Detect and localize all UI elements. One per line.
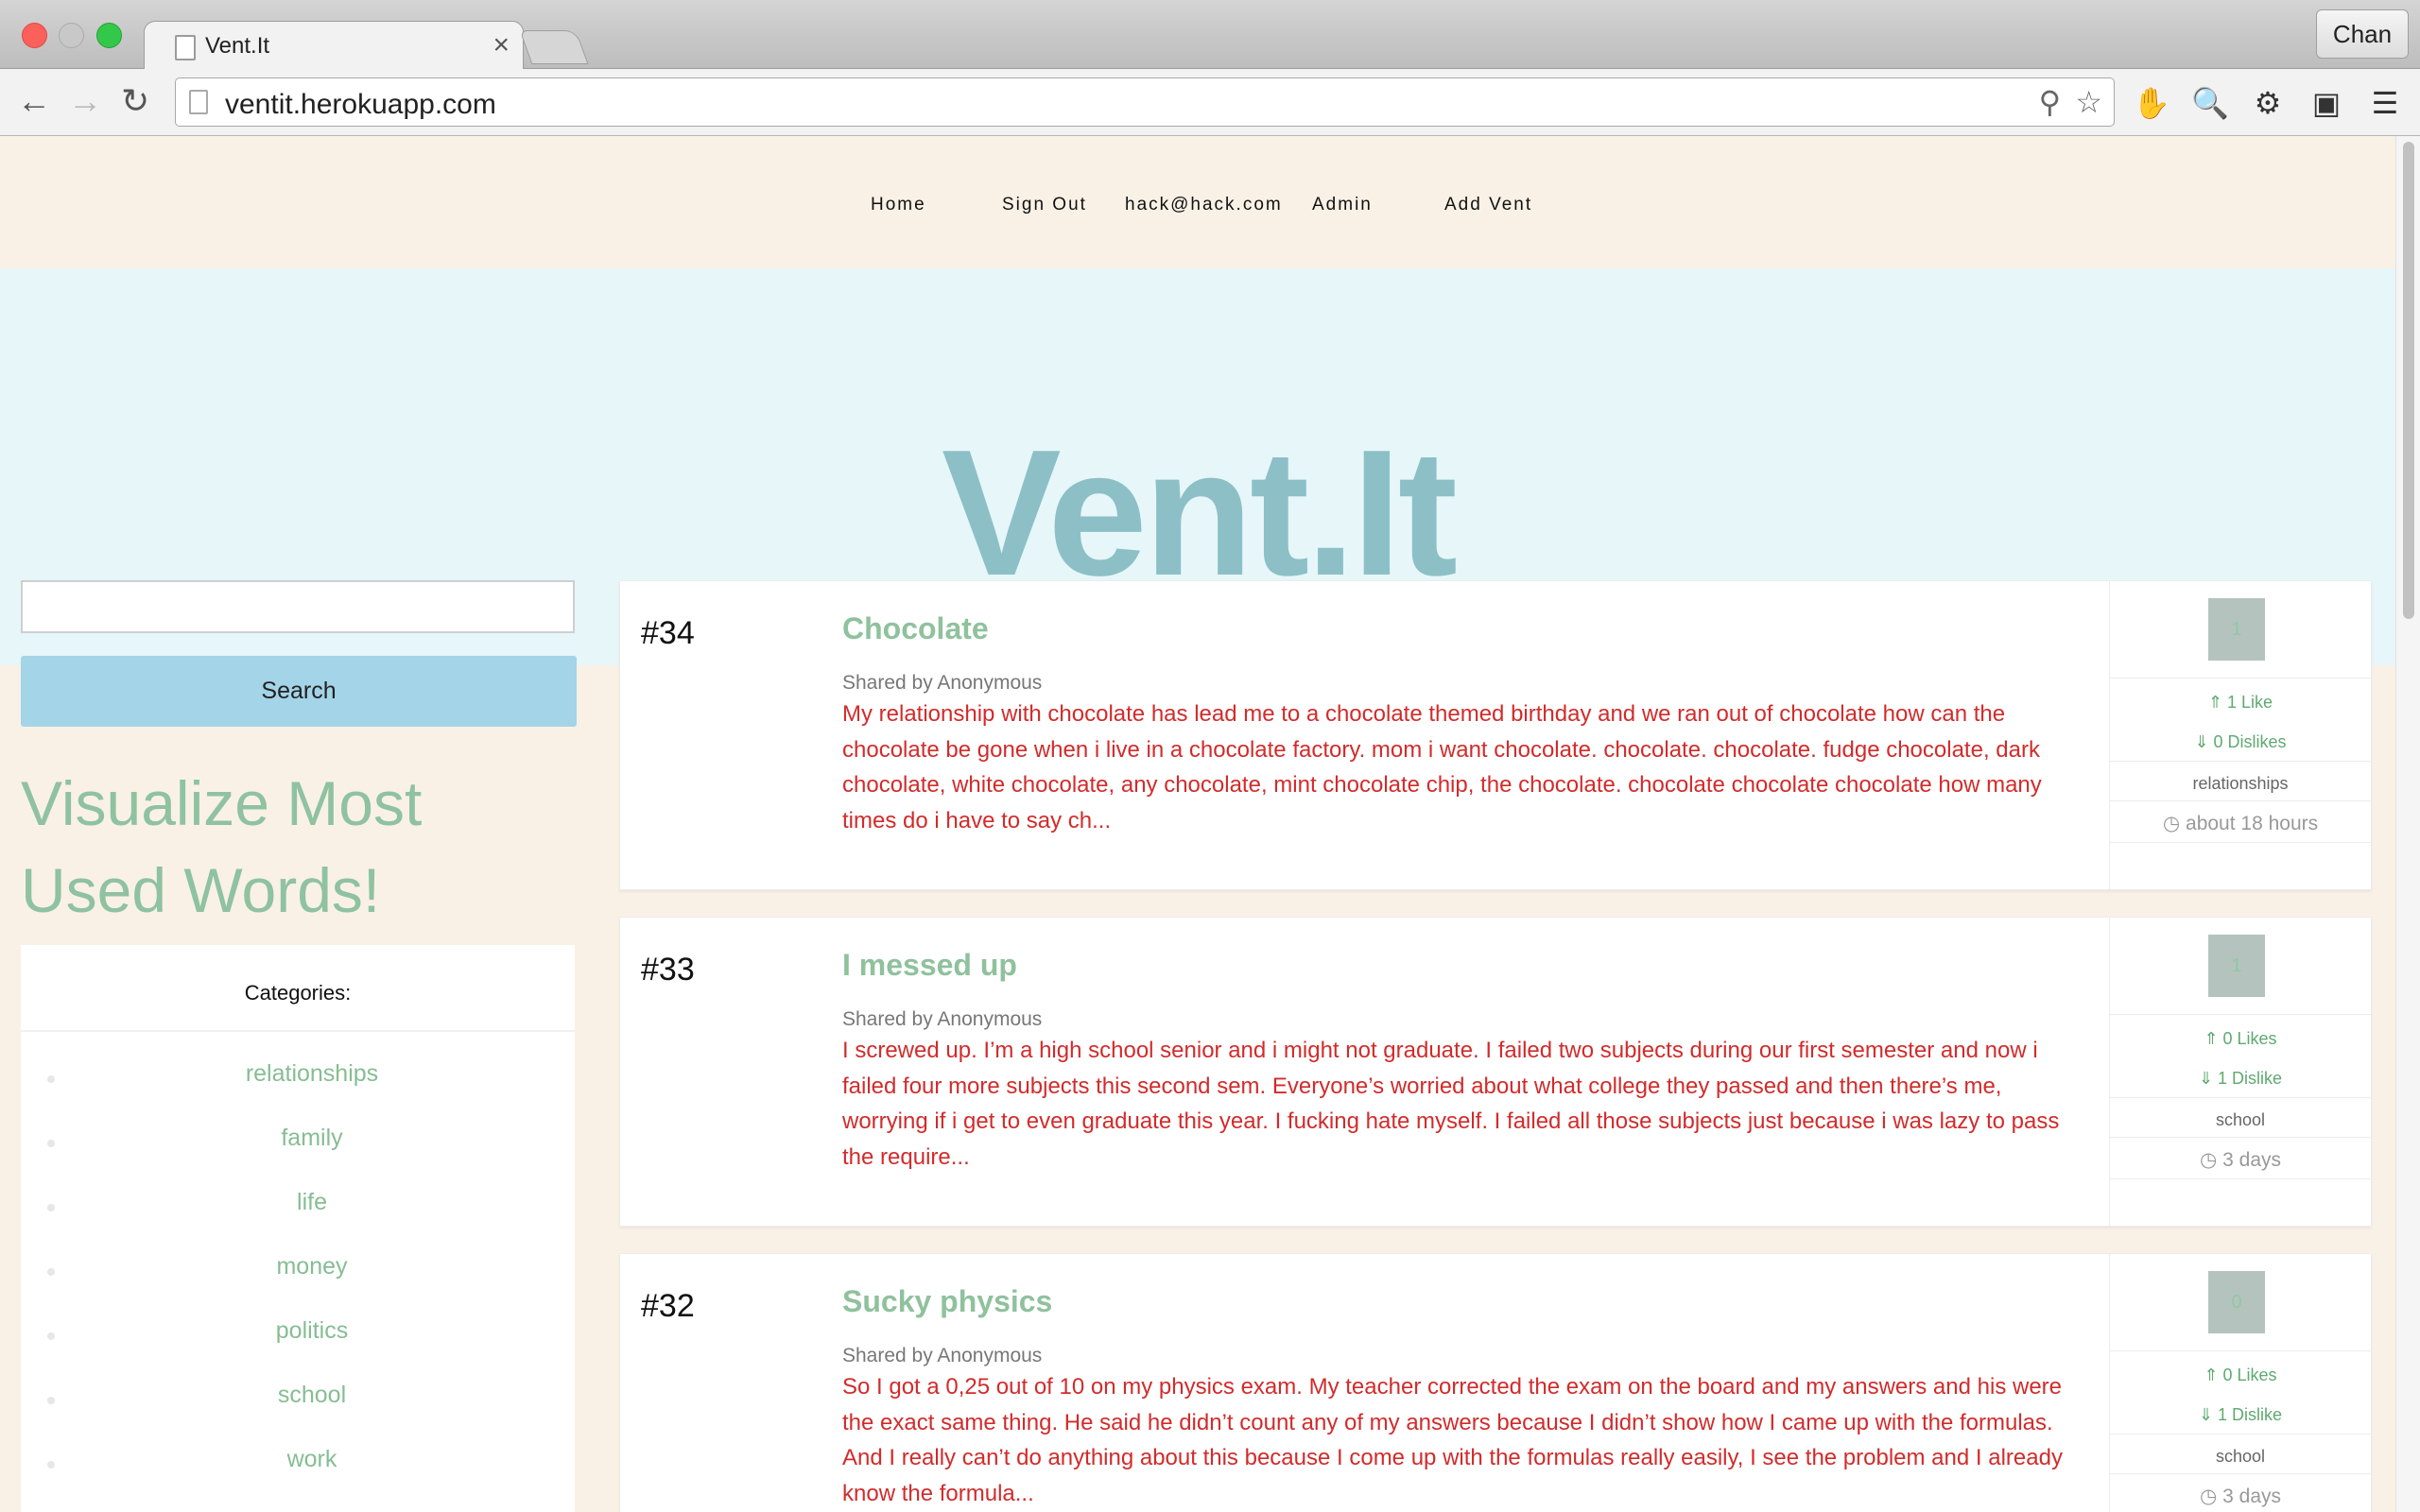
address-bar[interactable]: ventit.herokuapp.com ⚲ ☆: [175, 77, 2115, 127]
nav-email-link[interactable]: hack@hack.com: [1125, 195, 1283, 215]
category-item[interactable]: work: [21, 1446, 575, 1484]
nav-admin-link[interactable]: Admin: [1312, 195, 1373, 215]
visualize-words-link[interactable]: Visualize Most Used Words!: [21, 760, 550, 934]
vent-author: Shared by Anonymous: [842, 1008, 1043, 1030]
vent-card: #33 I messed up Shared by Anonymous I sc…: [619, 917, 2372, 1227]
tab-title: Vent.It: [205, 33, 270, 59]
browser-toolbar: ← → ↻ ventit.herokuapp.com ⚲ ☆ ✋ 🔍 ⚙ ▣ ☰: [0, 69, 2420, 136]
vent-title-link[interactable]: I messed up: [842, 948, 1017, 983]
reload-icon[interactable]: ↻: [121, 82, 149, 120]
browser-menu-icon[interactable]: ☰: [2367, 85, 2403, 121]
like-button[interactable]: ⇑ 0 Likes: [2110, 1029, 2371, 1049]
vent-category-tag[interactable]: relationships: [2110, 774, 2371, 794]
browser-titlebar: Vent.It × Chan: [0, 0, 2420, 69]
vent-body: My relationship with chocolate has lead …: [842, 701, 2042, 833]
browser-tab[interactable]: Vent.It ×: [144, 21, 524, 69]
vote-score-box: 0: [2208, 1271, 2265, 1333]
search-button[interactable]: Search: [21, 656, 577, 727]
search-input[interactable]: [21, 580, 575, 633]
divider: [2110, 800, 2371, 801]
vent-number: #33: [641, 952, 695, 988]
categories-panel: Categories: relationships family life mo…: [21, 945, 575, 1512]
vent-timestamp: ◷ about 18 hours: [2162, 813, 2319, 834]
divider: [2110, 1014, 2371, 1015]
close-window-button[interactable]: [22, 23, 47, 48]
page-file-icon: [175, 35, 196, 60]
divider: [2110, 1097, 2371, 1098]
new-tab-button[interactable]: [519, 30, 589, 64]
nav-home-link[interactable]: Home: [871, 195, 926, 215]
like-button[interactable]: ⇑ 0 Likes: [2110, 1366, 2371, 1385]
nav-add-vent-link[interactable]: Add Vent: [1444, 195, 1532, 215]
vent-number: #32: [641, 1288, 695, 1324]
vent-title-link[interactable]: Chocolate: [842, 611, 989, 646]
divider: [21, 1030, 575, 1032]
category-item[interactable]: politics: [21, 1317, 575, 1355]
vent-meta: 0 ⇑ 0 Likes ⇓ 1 Dislike school ◷ 3 days: [2109, 1254, 2371, 1512]
magnifier-extension-icon[interactable]: 🔍: [2191, 85, 2229, 121]
bookmark-star-icon[interactable]: ☆: [2075, 84, 2102, 120]
forward-arrow-icon[interactable]: →: [68, 82, 102, 120]
divider: [2110, 1137, 2371, 1138]
divider: [2110, 842, 2371, 843]
vent-timestamp: ◷ 3 days: [2199, 1486, 2282, 1507]
scrollbar-thumb[interactable]: [2403, 142, 2414, 619]
vent-title-link[interactable]: Sucky physics: [842, 1284, 1052, 1319]
divider: [2110, 678, 2371, 679]
category-link[interactable]: work: [21, 1446, 603, 1473]
dislike-button[interactable]: ⇓ 0 Dislikes: [2110, 732, 2371, 752]
category-item[interactable]: school: [21, 1382, 575, 1419]
nav-sign-out-link[interactable]: Sign Out: [1002, 195, 1087, 215]
vent-card: #34 Chocolate Shared by Anonymous My rel…: [619, 580, 2372, 890]
url-text[interactable]: ventit.herokuapp.com: [225, 89, 496, 121]
category-link[interactable]: life: [21, 1189, 603, 1216]
vent-card: #32 Sucky physics Shared by Anonymous So…: [619, 1253, 2372, 1512]
page-scrollbar[interactable]: [2395, 136, 2420, 1512]
divider: [2110, 761, 2371, 762]
vent-meta: 1 ⇑ 1 Like ⇓ 0 Dislikes relationships ◷ …: [2109, 581, 2371, 889]
category-item[interactable]: money: [21, 1253, 575, 1291]
category-link[interactable]: relationships: [21, 1060, 603, 1088]
vent-category-tag[interactable]: school: [2110, 1110, 2371, 1130]
category-link[interactable]: family: [21, 1125, 603, 1152]
category-link[interactable]: politics: [21, 1317, 603, 1345]
dislike-button[interactable]: ⇓ 1 Dislike: [2110, 1405, 2371, 1425]
vent-author: Shared by Anonymous: [842, 672, 1043, 694]
divider: [2110, 1473, 2371, 1474]
categories-heading: Categories:: [244, 981, 352, 1005]
vote-score-box: 1: [2208, 598, 2265, 661]
vent-category-tag[interactable]: school: [2110, 1447, 2371, 1467]
zoom-icon[interactable]: ⚲: [2039, 84, 2061, 120]
adblock-icon[interactable]: ✋: [2133, 85, 2170, 121]
category-item[interactable]: family: [21, 1125, 575, 1162]
site-nav: Home Sign Out hack@hack.com Admin Add Ve…: [0, 136, 2395, 268]
back-arrow-icon[interactable]: ←: [17, 82, 51, 120]
vent-meta: 1 ⇑ 0 Likes ⇓ 1 Dislike school ◷ 3 days: [2109, 918, 2371, 1226]
category-item[interactable]: life: [21, 1189, 575, 1227]
category-item[interactable]: relationships: [21, 1060, 575, 1098]
gear-icon[interactable]: ⚙: [2250, 85, 2286, 121]
page-icon: [189, 90, 208, 114]
vent-timestamp: ◷ 3 days: [2199, 1149, 2282, 1171]
divider: [2110, 1178, 2371, 1179]
divider: [2110, 1350, 2371, 1351]
category-link[interactable]: school: [21, 1382, 603, 1409]
divider: [2110, 1434, 2371, 1435]
vent-number: #34: [641, 615, 695, 651]
like-button[interactable]: ⇑ 1 Like: [2110, 693, 2371, 713]
vent-author: Shared by Anonymous: [842, 1345, 1043, 1366]
vote-score-box: 1: [2208, 935, 2265, 997]
vent-body: I screwed up. I’m a high school senior a…: [842, 1038, 2060, 1170]
tab-close-icon[interactable]: ×: [493, 29, 510, 61]
page-content: Home Sign Out hack@hack.com Admin Add Ve…: [0, 136, 2395, 1512]
profile-button[interactable]: Chan: [2316, 9, 2409, 59]
maximize-window-button[interactable]: [96, 23, 122, 48]
category-link[interactable]: money: [21, 1253, 603, 1280]
vent-body: So I got a 0,25 out of 10 on my physics …: [842, 1374, 2063, 1506]
extension-box-icon[interactable]: ▣: [2308, 85, 2344, 121]
minimize-window-button[interactable]: [59, 23, 84, 48]
dislike-button[interactable]: ⇓ 1 Dislike: [2110, 1069, 2371, 1089]
